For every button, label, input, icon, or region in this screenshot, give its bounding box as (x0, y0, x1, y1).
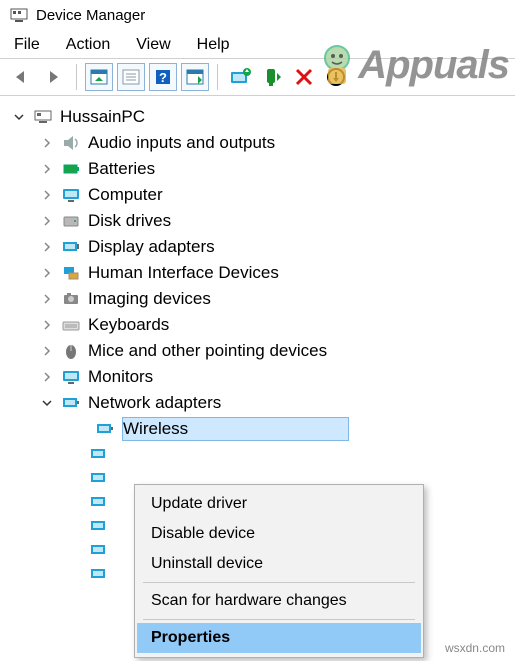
context-separator (143, 582, 415, 583)
node-label: Display adapters (88, 237, 215, 257)
menu-bar: File Action View Help (0, 30, 515, 58)
node-label: Computer (88, 185, 163, 205)
toolbar-separator (217, 64, 218, 90)
monitor-icon (60, 184, 82, 206)
footer-domain: wsxdn.com (445, 641, 505, 655)
tree-node-keyboards[interactable]: Keyboards (8, 312, 507, 338)
scan-toolbar-button[interactable] (181, 63, 209, 91)
chevron-down-icon[interactable] (12, 110, 26, 124)
show-hidden-button[interactable] (85, 63, 113, 91)
chevron-right-icon[interactable] (40, 162, 54, 176)
menu-view[interactable]: View (136, 36, 170, 54)
toolbar: ? (0, 58, 515, 96)
node-label: Monitors (88, 367, 153, 387)
mouse-icon (60, 340, 82, 362)
enable-device-button[interactable] (258, 63, 286, 91)
disable-device-button[interactable] (290, 63, 318, 91)
forward-button[interactable] (40, 63, 68, 91)
context-scan-hardware[interactable]: Scan for hardware changes (137, 586, 421, 616)
network-adapter-icon[interactable] (88, 538, 110, 562)
chevron-right-icon[interactable] (40, 266, 54, 280)
chevron-right-icon[interactable] (40, 214, 54, 228)
tree-node-imaging[interactable]: Imaging devices (8, 286, 507, 312)
menu-action[interactable]: Action (66, 36, 110, 54)
selected-device-label: Wireless (122, 417, 349, 441)
display-adapter-icon (60, 236, 82, 258)
tree-node-wireless[interactable]: Wireless (8, 416, 507, 442)
computer-icon (32, 106, 54, 128)
chevron-right-icon[interactable] (40, 344, 54, 358)
properties-toolbar-button[interactable] (117, 63, 145, 91)
tree-node-mice[interactable]: Mice and other pointing devices (8, 338, 507, 364)
chevron-down-icon[interactable] (40, 396, 54, 410)
monitor-icon (60, 366, 82, 388)
menu-help[interactable]: Help (197, 36, 230, 54)
toolbar-separator (76, 64, 77, 90)
node-label: Human Interface Devices (88, 263, 279, 283)
battery-icon (60, 158, 82, 180)
chevron-right-icon[interactable] (40, 370, 54, 384)
network-adapter-icon (60, 392, 82, 414)
context-disable-device[interactable]: Disable device (137, 519, 421, 549)
tree-node-batteries[interactable]: Batteries (8, 156, 507, 182)
node-label: Network adapters (88, 393, 221, 413)
hid-icon (60, 262, 82, 284)
network-adapter-icon[interactable] (88, 514, 110, 538)
network-adapter-icon[interactable] (88, 562, 110, 586)
node-label: Audio inputs and outputs (88, 133, 275, 153)
update-driver-toolbar-button[interactable] (226, 63, 254, 91)
svg-text:?: ? (159, 70, 167, 85)
node-label: Mice and other pointing devices (88, 341, 327, 361)
chevron-right-icon[interactable] (40, 136, 54, 150)
disk-icon (60, 210, 82, 232)
chevron-right-icon[interactable] (40, 188, 54, 202)
context-uninstall-device[interactable]: Uninstall device (137, 549, 421, 579)
tree-node-audio[interactable]: Audio inputs and outputs (8, 130, 507, 156)
context-properties[interactable]: Properties (137, 623, 421, 653)
chevron-right-icon[interactable] (40, 318, 54, 332)
help-button[interactable]: ? (149, 63, 177, 91)
device-manager-icon (10, 6, 28, 24)
node-label: Imaging devices (88, 289, 211, 309)
chevron-right-icon[interactable] (40, 240, 54, 254)
window-title: Device Manager (36, 7, 145, 24)
node-label: Disk drives (88, 211, 171, 231)
uninstall-device-button[interactable] (322, 63, 350, 91)
network-adapter-icon[interactable] (88, 490, 110, 514)
context-menu: Update driver Disable device Uninstall d… (134, 484, 424, 658)
context-update-driver[interactable]: Update driver (137, 489, 421, 519)
tree-node-disk[interactable]: Disk drives (8, 208, 507, 234)
tree-node-network[interactable]: Network adapters (8, 390, 507, 416)
speaker-icon (60, 132, 82, 154)
tree-node-monitors[interactable]: Monitors (8, 364, 507, 390)
tree-root[interactable]: HussainPC (8, 104, 507, 130)
context-separator (143, 619, 415, 620)
keyboard-icon (60, 314, 82, 336)
menu-file[interactable]: File (14, 36, 40, 54)
title-bar: Device Manager (0, 0, 515, 30)
tree-root-label: HussainPC (60, 107, 145, 127)
network-adapter-icon[interactable] (88, 466, 110, 490)
tree-node-hid[interactable]: Human Interface Devices (8, 260, 507, 286)
chevron-right-icon[interactable] (40, 292, 54, 306)
tree-node-display[interactable]: Display adapters (8, 234, 507, 260)
network-adapter-icon[interactable] (88, 442, 110, 466)
node-label: Keyboards (88, 315, 169, 335)
tree-node-computer[interactable]: Computer (8, 182, 507, 208)
back-button[interactable] (8, 63, 36, 91)
camera-icon (60, 288, 82, 310)
network-adapter-icon (94, 418, 116, 440)
node-label: Batteries (88, 159, 155, 179)
